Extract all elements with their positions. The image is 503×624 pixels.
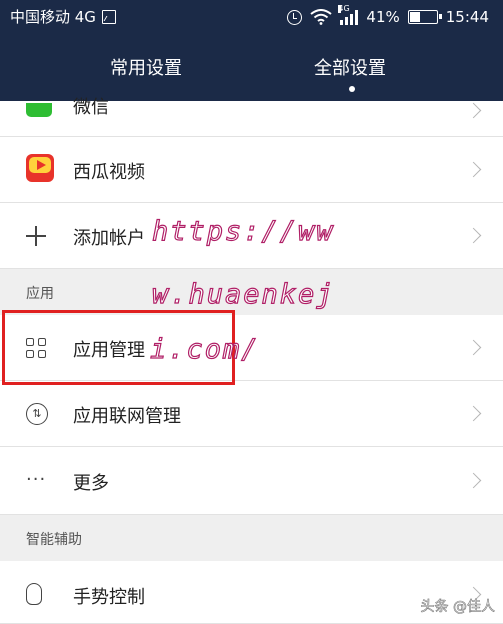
wechat-icon bbox=[26, 103, 52, 117]
more-icon: ··· bbox=[26, 469, 47, 490]
watermark-line-3: i.com/ bbox=[149, 333, 260, 365]
tab-all-settings[interactable]: 全部设置 bbox=[314, 54, 386, 80]
chevron-right-icon bbox=[465, 102, 482, 119]
battery-fill bbox=[409, 12, 420, 22]
network-icon: ⇅ bbox=[26, 403, 48, 425]
hand-icon bbox=[26, 583, 42, 605]
plus-icon bbox=[26, 226, 46, 246]
carrier-group: 中国移动 4G bbox=[10, 0, 116, 34]
list-item-label: 微信 bbox=[73, 97, 109, 118]
wifi-icon bbox=[310, 9, 333, 25]
chevron-right-icon bbox=[465, 161, 482, 178]
network-tag: 4G bbox=[338, 4, 350, 13]
section-header-assist: 智能辅助 bbox=[0, 515, 503, 561]
picture-icon bbox=[101, 10, 116, 24]
status-right: 4G 41% 15:44 bbox=[287, 0, 489, 34]
list-item-network-management[interactable]: ⇅ 应用联网管理 bbox=[0, 381, 503, 447]
carrier-text: 中国移动 4G bbox=[10, 8, 96, 26]
battery-percent: 41% bbox=[366, 8, 400, 26]
watermark-line-2: w.huaenkej bbox=[151, 278, 335, 310]
footer-watermark: 头条 @佳人 bbox=[420, 599, 495, 616]
section-title: 应用 bbox=[26, 286, 54, 302]
header-bar: 中国移动 4G 4G 41% 15:44 常用设置 全部设置 bbox=[0, 0, 503, 101]
list-item-label: 西瓜视频 bbox=[73, 162, 145, 183]
list-item-more[interactable]: ··· 更多 bbox=[0, 447, 503, 515]
watermark-line-1: https://ww bbox=[151, 215, 335, 247]
list-item-xigua[interactable]: 西瓜视频 bbox=[0, 137, 503, 203]
list-item-label: 添加帐户 bbox=[73, 228, 145, 249]
tab-selected-indicator bbox=[349, 86, 355, 92]
battery-icon bbox=[407, 10, 442, 24]
chevron-right-icon bbox=[465, 405, 482, 422]
tab-common-settings[interactable]: 常用设置 bbox=[110, 54, 182, 80]
list-item-wechat[interactable]: 微信 bbox=[0, 97, 503, 137]
signal-icon: 4G bbox=[338, 5, 359, 25]
section-title: 智能辅助 bbox=[26, 532, 82, 548]
list-item-label: 应用联网管理 bbox=[73, 406, 181, 427]
chevron-right-icon bbox=[465, 472, 482, 489]
list-item-label: 更多 bbox=[73, 473, 109, 494]
chevron-right-icon bbox=[465, 339, 482, 356]
list-item-label: 手势控制 bbox=[73, 587, 145, 608]
status-bar: 中国移动 4G 4G 41% 15:44 bbox=[0, 0, 503, 34]
chevron-right-icon bbox=[465, 227, 482, 244]
xigua-video-icon bbox=[26, 154, 54, 182]
clock: 15:44 bbox=[445, 8, 489, 26]
alarm-icon bbox=[287, 9, 303, 25]
tab-bar: 常用设置 全部设置 bbox=[0, 34, 503, 101]
